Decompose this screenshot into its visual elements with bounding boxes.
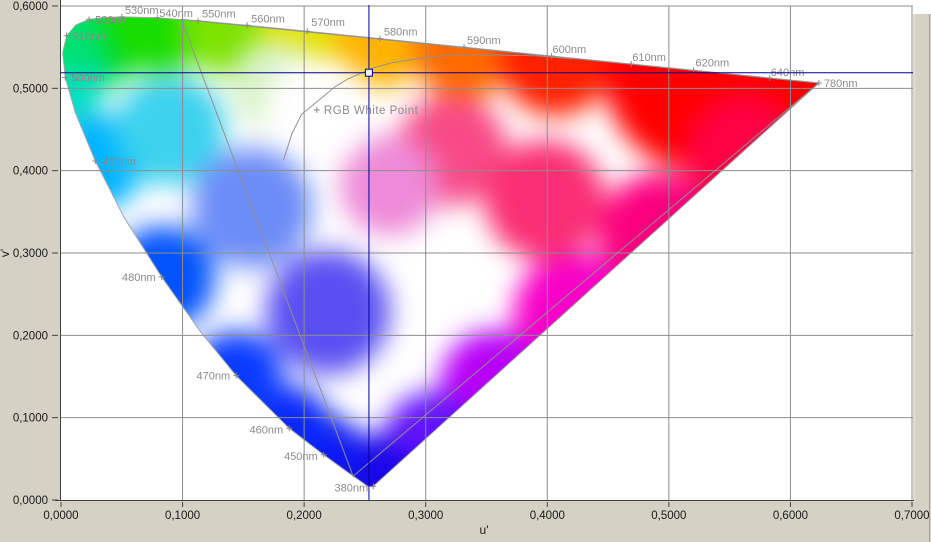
- corner-notch: [913, 0, 931, 14]
- wavelength-label: 460nm: [250, 424, 284, 436]
- wavelength-label: 450nm: [284, 451, 318, 463]
- x-axis-title: u': [480, 523, 489, 537]
- x-tick-label: 0,6000: [773, 510, 808, 522]
- x-tick-label: 0,7000: [894, 510, 929, 522]
- wavelength-label: 610nm: [632, 52, 666, 64]
- wavelength-label: 480nm: [122, 272, 156, 284]
- wavelength-label: 600nm: [553, 44, 587, 56]
- wavelength-label: 570nm: [311, 17, 345, 29]
- wavelength-label: 380nm: [335, 482, 369, 494]
- y-tick-label: 0,4000: [13, 166, 48, 178]
- x-tick-label: 0,0000: [43, 510, 78, 522]
- y-tick-label: 0,6000: [13, 1, 48, 13]
- y-tick-label: 0,0000: [13, 495, 48, 507]
- y-axis-title: v': [0, 249, 12, 257]
- x-tick-label: 0,2000: [287, 510, 322, 522]
- wavelength-label: 500nm: [71, 73, 105, 85]
- wavelength-label: 530nm: [125, 5, 159, 17]
- x-tick-label: 0,1000: [165, 510, 200, 522]
- wavelength-label: 490nm: [102, 156, 136, 168]
- wavelength-label: 590nm: [467, 35, 501, 47]
- wavelength-label: 510nm: [73, 31, 107, 43]
- wavelength-label: 620nm: [696, 57, 730, 69]
- rgb-white-point: RGB White Point: [314, 105, 419, 117]
- crosshair-square-marker[interactable]: [365, 69, 372, 76]
- wavelength-label: 520nm: [95, 14, 129, 26]
- wavelength-label: 540nm: [159, 8, 193, 20]
- x-tick-label: 0,5000: [651, 510, 686, 522]
- y-tick-label: 0,3000: [13, 248, 48, 260]
- wavelength-label: 470nm: [197, 371, 231, 383]
- wavelength-label: 550nm: [202, 9, 236, 21]
- y-tick-label: 0,2000: [13, 330, 48, 342]
- wavelength-label: 780nm: [824, 78, 858, 90]
- application-window: 0,0000 0,1000 0,2000 0,3000 0,4000 0,5000 0,60…: [0, 0, 931, 542]
- wavelength-label: 560nm: [251, 13, 285, 25]
- cie-uv-chromaticity-chart: 0,0000 0,1000 0,2000 0,3000 0,4000 0,5000 0,60…: [0, 0, 931, 542]
- wavelength-label: 580nm: [384, 27, 418, 39]
- white-point-label: RGB White Point: [324, 105, 419, 117]
- x-tick-label: 0,4000: [530, 510, 565, 522]
- y-tick-label: 0,1000: [13, 413, 48, 425]
- y-tick-label: 0,5000: [13, 83, 48, 95]
- x-tick-label: 0,3000: [408, 510, 443, 522]
